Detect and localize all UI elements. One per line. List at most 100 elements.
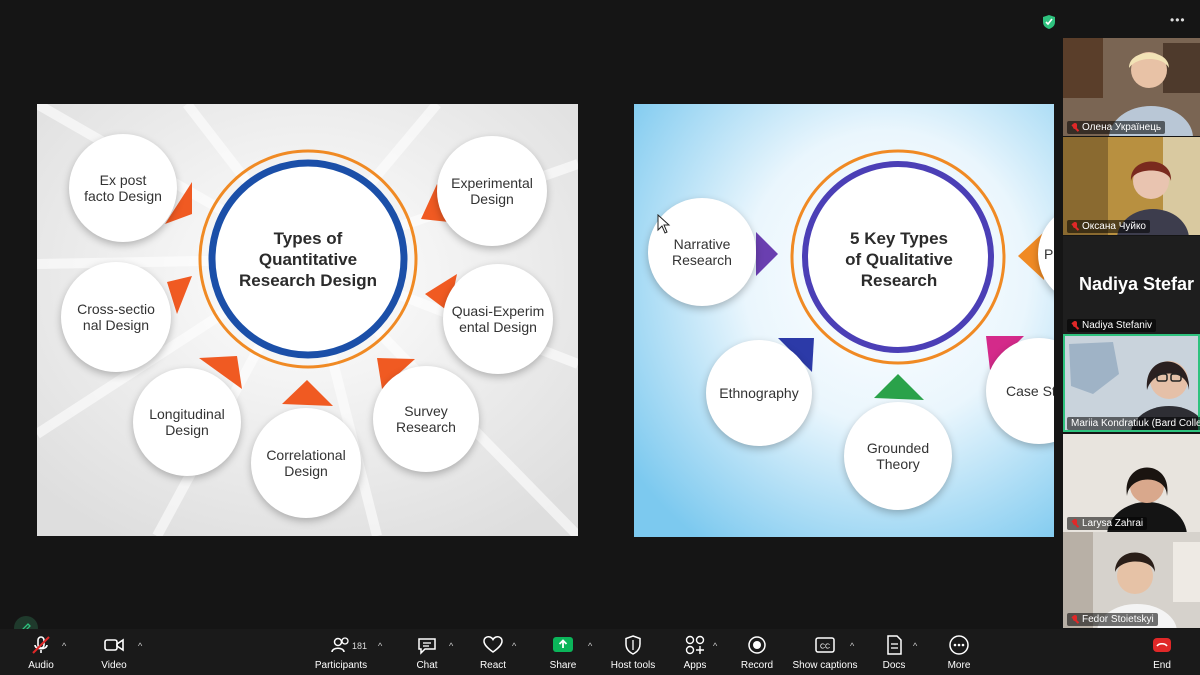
- slide-title: 5 Key Types of Qualitative Research: [814, 204, 984, 314]
- docs-button[interactable]: Docs: [878, 629, 910, 675]
- title-line: Research: [860, 270, 938, 290]
- docs-options-chevron-icon[interactable]: ^: [913, 641, 917, 651]
- video-camera-icon: [104, 638, 124, 652]
- more-icon: [949, 635, 969, 655]
- captions-icon: CC: [815, 637, 835, 653]
- record-icon: [748, 636, 766, 654]
- bubble-label: Survey Research: [396, 403, 456, 435]
- more-options-icon[interactable]: •••: [1170, 13, 1186, 27]
- participant-name: Fedor Stoietskyi: [1067, 613, 1158, 626]
- bubble-label: Quasi-Experim ental Design: [451, 303, 545, 335]
- share-button[interactable]: Share: [546, 629, 580, 675]
- title-line: of Qualitative: [845, 249, 953, 269]
- participant-tile-active[interactable]: Mariia Kondratiuk (Bard College: [1063, 334, 1200, 432]
- end-button[interactable]: End: [1146, 629, 1178, 675]
- ethnography-bubble: Ethnography: [706, 340, 812, 446]
- title-line: Research Design: [239, 270, 377, 290]
- share-screen-icon: [553, 637, 573, 652]
- shield-icon: [625, 635, 641, 655]
- people-icon: [331, 637, 349, 653]
- participants-button[interactable]: Participants: [312, 629, 370, 675]
- share-options-chevron-icon[interactable]: ^: [588, 641, 592, 651]
- participant-tile[interactable]: Fedor Stoietskyi: [1063, 532, 1200, 628]
- name-label: Nadiya Stefaniv: [1082, 320, 1153, 331]
- mic-muted-icon: [1071, 222, 1079, 231]
- show-captions-button[interactable]: CC Show captions: [792, 629, 858, 675]
- participant-name: Олена Українець: [1067, 121, 1166, 134]
- participant-tile[interactable]: Олена Українець: [1063, 38, 1200, 136]
- bubble-label: P: [1044, 246, 1054, 262]
- participant-tile[interactable]: Оксана Чуйко: [1063, 137, 1200, 235]
- meeting-toolbar: Audio ^ Video ^ Participants 181 ^ Chat …: [0, 629, 1200, 675]
- experimental-bubble: Experimental Design: [437, 136, 547, 246]
- react-button[interactable]: React: [476, 629, 510, 675]
- bubble-label: Correlational Design: [266, 447, 346, 479]
- name-label: Олена Українець: [1082, 122, 1162, 133]
- document-icon: [887, 635, 902, 655]
- participant-name: Оксана Чуйко: [1067, 220, 1150, 233]
- react-options-chevron-icon[interactable]: ^: [512, 641, 516, 651]
- apps-options-chevron-icon[interactable]: ^: [713, 641, 717, 651]
- mic-muted-icon: [1071, 321, 1079, 330]
- bubble-label: Longitudinal Design: [149, 406, 225, 438]
- cross-sectional-bubble: Cross-sectio nal Design: [61, 262, 171, 372]
- quantitative-slide: Types of Quantitative Research Design Ex…: [37, 104, 578, 536]
- qualitative-slide: 5 Key Types of Qualitative Research Narr…: [634, 104, 1054, 537]
- name-label: Larysa Zahrai: [1082, 518, 1144, 529]
- chat-button[interactable]: Chat: [410, 629, 444, 675]
- participant-name: Mariia Kondratiuk (Bard College: [1067, 417, 1200, 430]
- docs-label: Docs: [882, 660, 906, 671]
- title-line: 5 Key Types: [850, 228, 948, 248]
- bubble-label: Cross-sectio nal Design: [77, 301, 155, 333]
- apps-label: Apps: [683, 660, 707, 671]
- bubble-label: Experimental Design: [451, 175, 533, 207]
- longitudinal-bubble: Longitudinal Design: [133, 368, 241, 476]
- show-captions-label: Show captions: [792, 660, 858, 671]
- end-label: End: [1153, 660, 1171, 671]
- correlational-bubble: Correlational Design: [251, 408, 361, 518]
- mic-muted-icon: [32, 636, 50, 654]
- survey-research-bubble: Survey Research: [373, 366, 479, 472]
- mic-muted-icon: [1071, 123, 1079, 132]
- host-tools-button[interactable]: Host tools: [608, 629, 658, 675]
- video-label: Video: [101, 660, 127, 671]
- participants-options-chevron-icon[interactable]: ^: [378, 641, 382, 651]
- name-label: Mariia Kondratiuk (Bard College: [1071, 418, 1200, 429]
- captions-options-chevron-icon[interactable]: ^: [850, 641, 854, 651]
- title-line: Quantitative: [258, 249, 358, 269]
- audio-label: Audio: [28, 660, 54, 671]
- shield-check-icon[interactable]: [1042, 14, 1056, 30]
- ex-post-facto-bubble: Ex post facto Design: [69, 134, 177, 242]
- apps-button[interactable]: Apps: [680, 629, 710, 675]
- end-call-icon: [1153, 638, 1171, 652]
- video-button[interactable]: Video: [96, 629, 132, 675]
- svg-text:CC: CC: [820, 644, 830, 651]
- grounded-theory-bubble: Grounded Theory: [844, 402, 952, 510]
- more-button[interactable]: More: [942, 629, 976, 675]
- participant-tile[interactable]: Larysa Zahrai: [1063, 434, 1200, 532]
- slide-background: [634, 104, 1054, 537]
- more-label: More: [947, 660, 971, 671]
- record-button[interactable]: Record: [740, 629, 774, 675]
- video-options-chevron-icon[interactable]: ^: [138, 641, 142, 651]
- mic-muted-icon: [1071, 615, 1079, 624]
- participants-label: Participants: [314, 660, 368, 671]
- audio-options-chevron-icon[interactable]: ^: [62, 641, 66, 651]
- participant-count: 181: [352, 641, 368, 651]
- participant-name: Larysa Zahrai: [1067, 517, 1148, 530]
- react-label: React: [479, 660, 507, 671]
- chat-bubble-icon: [418, 638, 436, 655]
- chat-options-chevron-icon[interactable]: ^: [449, 641, 453, 651]
- bubble-label: Ethnography: [719, 385, 799, 401]
- participant-tile[interactable]: Nadiya Stefar Nadiya Stefaniv: [1063, 236, 1200, 334]
- record-label: Record: [740, 660, 774, 671]
- name-label: Оксана Чуйко: [1082, 221, 1146, 232]
- quasi-experimental-bubble: Quasi-Experim ental Design: [443, 264, 553, 374]
- share-label: Share: [549, 660, 577, 671]
- chat-label: Chat: [416, 660, 438, 671]
- bubble-label: Case St: [1006, 383, 1054, 399]
- bubble-label: Grounded Theory: [866, 440, 930, 472]
- audio-button[interactable]: Audio: [22, 629, 60, 675]
- participant-display-name: Nadiya Stefar: [1079, 274, 1195, 294]
- host-tools-label: Host tools: [610, 660, 656, 671]
